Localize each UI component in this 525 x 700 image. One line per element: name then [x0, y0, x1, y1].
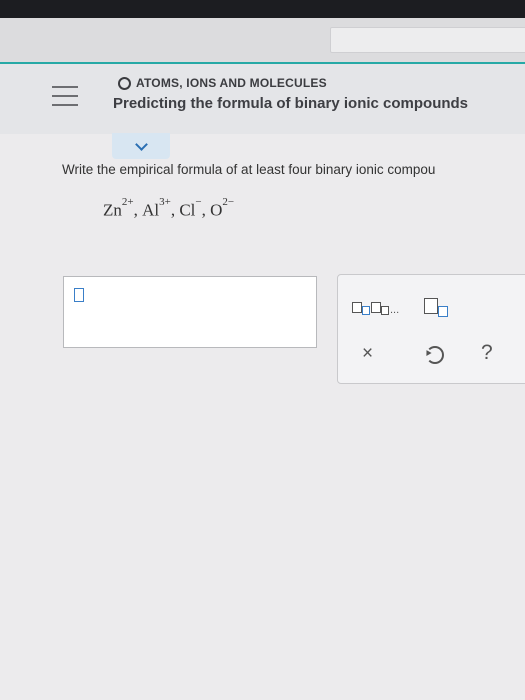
top-field[interactable] [330, 27, 525, 53]
top-frame [0, 0, 525, 18]
math-toolbar: ... × ? [337, 274, 525, 384]
ion-al: Al3+, [142, 196, 176, 220]
undo-icon[interactable] [426, 346, 444, 364]
browser-bar [0, 18, 525, 62]
close-icon[interactable]: × [362, 344, 373, 364]
ion-zn: Zn2+, [103, 196, 138, 220]
header: ATOMS, IONS AND MOLECULES Predicting the… [0, 62, 525, 134]
cursor-box [74, 288, 84, 302]
ion-list: Zn2+, Al3+, Cl−, O2− [103, 196, 235, 221]
question-prompt: Write the empirical formula of at least … [62, 162, 436, 177]
menu-icon[interactable] [52, 86, 78, 106]
page-title: Predicting the formula of binary ionic c… [113, 95, 469, 112]
superscript-icon[interactable] [424, 296, 454, 317]
subscript-icon[interactable]: ... [352, 298, 408, 318]
expand-tab[interactable] [112, 133, 170, 159]
ion-cl: Cl−, [179, 196, 206, 220]
ion-o: O2− [210, 196, 235, 220]
chevron-down-icon [134, 137, 148, 151]
accent-line [0, 62, 525, 64]
circle-icon [118, 76, 131, 90]
help-icon[interactable]: ? [481, 342, 493, 364]
answer-input[interactable] [63, 276, 317, 348]
topic-label: ATOMS, IONS AND MOLECULES [118, 76, 327, 90]
topic-text: ATOMS, IONS AND MOLECULES [136, 76, 327, 90]
